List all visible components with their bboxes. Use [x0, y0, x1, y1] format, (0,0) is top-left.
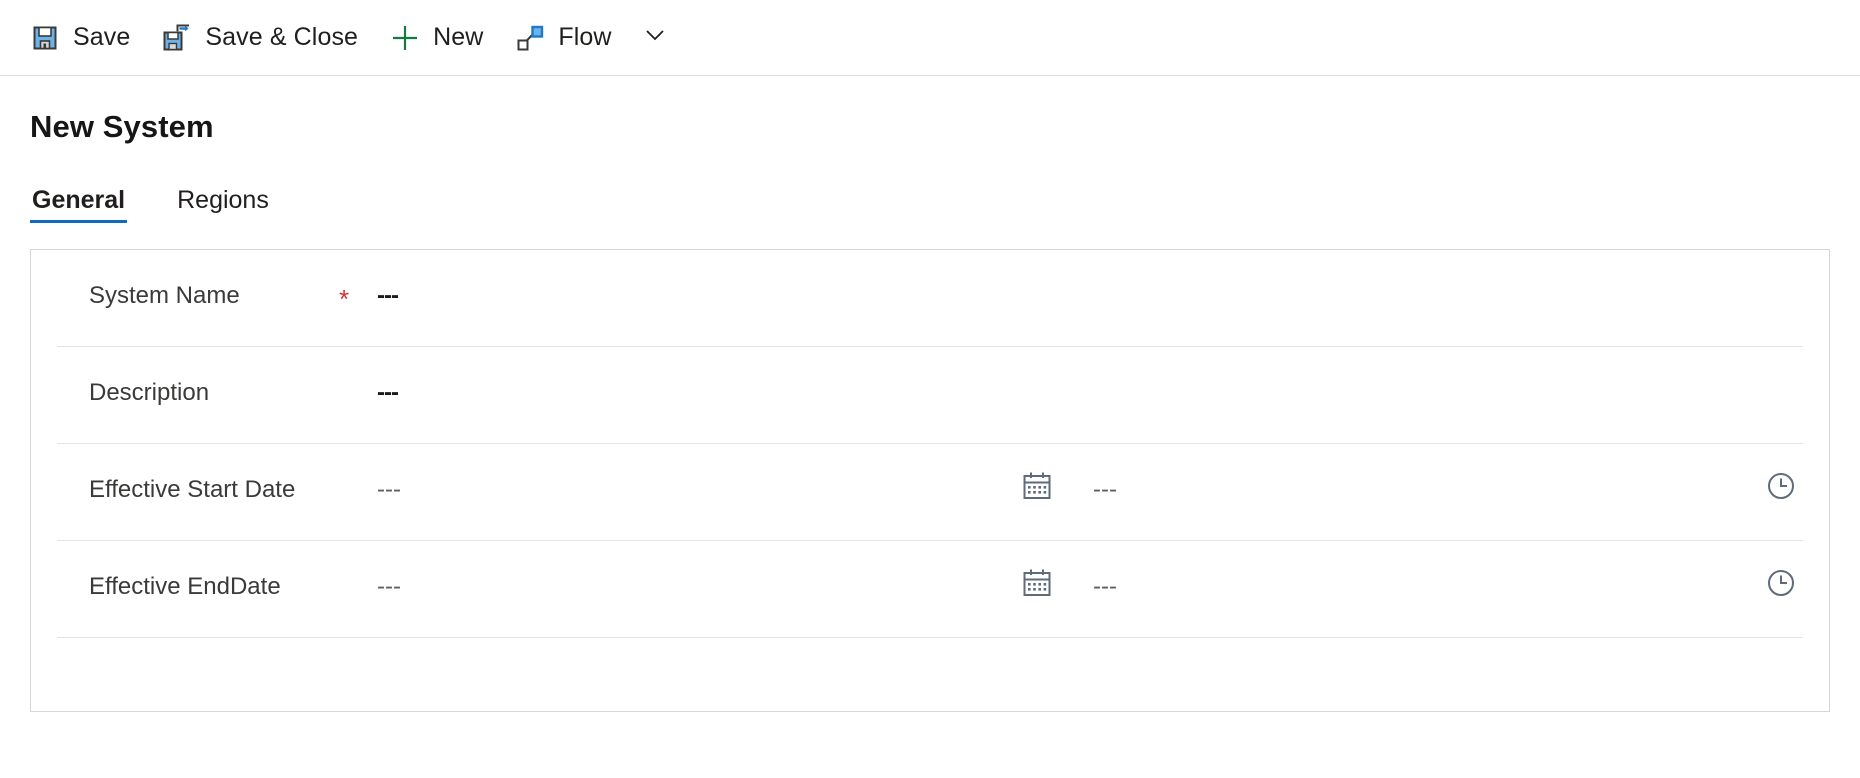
form-card: System Name * --- Description --- Effect… [30, 249, 1830, 712]
field-value-effective-start-time[interactable]: --- [1093, 478, 1613, 502]
command-bar: Save Save & Close New Flow [0, 0, 1860, 76]
field-row-effective-end-date: Effective EndDate --- --- [57, 541, 1803, 638]
field-value-effective-end-date[interactable]: --- [377, 575, 1007, 599]
tab-regions[interactable]: Regions [175, 188, 271, 223]
field-value-system-name[interactable]: --- [377, 284, 399, 308]
field-value-effective-start-date[interactable]: --- [377, 478, 1007, 502]
field-value-description[interactable]: --- [377, 381, 399, 405]
flow-button-label: Flow [558, 23, 612, 51]
tab-regions-label: Regions [177, 186, 269, 214]
required-spacer-effective-end-date [339, 575, 377, 577]
required-indicator-system-name: * [339, 284, 350, 314]
new-button-label: New [433, 23, 484, 51]
save-and-close-button[interactable]: Save & Close [146, 9, 374, 67]
required-spacer-description [339, 381, 377, 383]
save-icon [30, 23, 60, 53]
tab-general[interactable]: General [30, 186, 128, 223]
field-row-effective-start-date: Effective Start Date --- --- [57, 444, 1803, 541]
calendar-icon [1021, 470, 1053, 507]
page-body: New System General Regions System Name *… [0, 109, 1860, 712]
page-title: New System [30, 109, 214, 144]
form-card-trailing-space [57, 638, 1803, 716]
field-value-effective-end-time[interactable]: --- [1093, 575, 1613, 599]
field-label-system-name: System Name [89, 282, 240, 309]
required-spacer-effective-start-date [339, 478, 377, 480]
field-label-effective-end-date: Effective EndDate [89, 573, 281, 600]
field-label-description: Description [89, 379, 210, 406]
time-picker-effective-end-date[interactable] [1765, 567, 1803, 604]
plus-icon [390, 23, 420, 53]
chevron-down-icon [642, 22, 668, 53]
save-button[interactable]: Save [14, 9, 146, 67]
save-button-label: Save [73, 23, 131, 51]
clock-icon [1765, 470, 1797, 507]
new-button[interactable]: New [374, 9, 499, 67]
field-label-effective-start-date: Effective Start Date [89, 476, 296, 503]
time-picker-effective-start-date[interactable] [1765, 470, 1803, 507]
save-and-close-button-label: Save & Close [205, 23, 359, 51]
tab-list: General Regions [30, 179, 1860, 223]
field-row-description: Description --- [57, 347, 1803, 444]
calendar-icon [1021, 567, 1053, 604]
calendar-picker-effective-end-date[interactable] [1007, 567, 1067, 604]
calendar-picker-effective-start-date[interactable] [1007, 470, 1067, 507]
clock-icon [1765, 567, 1797, 604]
overflow-chevron-button[interactable] [632, 9, 678, 67]
flow-icon [515, 23, 545, 53]
flow-button[interactable]: Flow [499, 9, 627, 67]
save-and-close-icon [162, 23, 192, 53]
tab-general-label: General [32, 186, 126, 214]
field-row-system-name: System Name * --- [57, 250, 1803, 347]
